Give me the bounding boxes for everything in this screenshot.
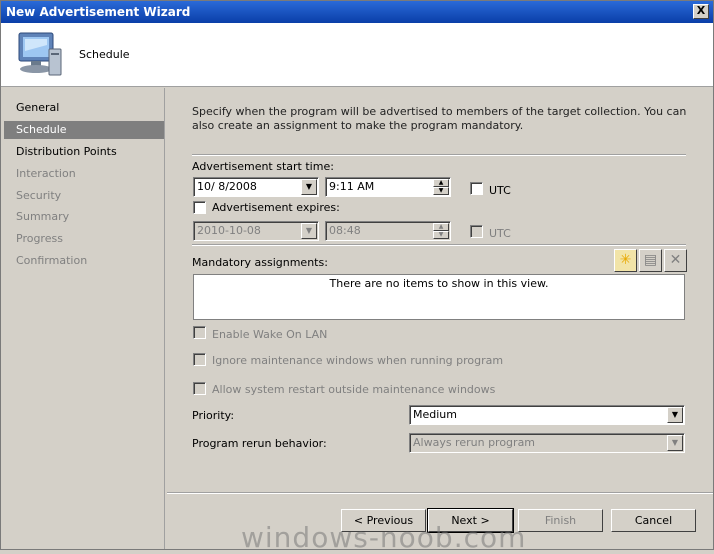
priority-label: Priority: — [192, 409, 235, 422]
spin-up-icon[interactable]: ▲ — [433, 179, 449, 187]
computer-icon — [18, 32, 62, 76]
wizard-sidebar: General Schedule Distribution Points Int… — [1, 88, 165, 549]
watermark: windows-noob.com — [241, 521, 527, 554]
delete-icon: ✕ — [669, 252, 682, 268]
expires-date-picker: 2010-10-08 ▼ — [193, 221, 319, 241]
expires-utc-checkbox — [470, 225, 483, 238]
allow-restart-checkbox — [193, 382, 206, 395]
schedule-panel: Specify when the program will be adverti… — [167, 88, 713, 493]
footer-divider — [167, 492, 713, 494]
sidebar-item-summary: Summary — [16, 210, 70, 223]
empty-list-message: There are no items to show in this view. — [329, 277, 549, 290]
expires-date-value: 2010-10-08 — [197, 224, 261, 237]
spin-down-icon[interactable]: ▼ — [433, 187, 449, 195]
properties-icon: ▤ — [643, 252, 658, 268]
expires-label: Advertisement expires: — [212, 201, 340, 214]
start-time-picker[interactable]: 9:11 AM ▲ ▼ — [325, 177, 451, 197]
new-assignment-button[interactable]: ✳ — [614, 249, 637, 272]
priority-value: Medium — [413, 408, 457, 421]
allow-restart-label: Allow system restart outside maintenance… — [212, 383, 496, 396]
start-date-picker[interactable]: 10/ 8/2008 ▼ — [193, 177, 319, 197]
expires-time-value: 08:48 — [329, 224, 361, 237]
expires-checkbox[interactable] — [193, 201, 206, 214]
wizard-header: Schedule — [1, 23, 713, 87]
rerun-value: Always rerun program — [413, 436, 536, 449]
delete-assignment-button[interactable]: ✕ — [664, 249, 687, 272]
window-title: New Advertisement Wizard — [6, 5, 191, 19]
new-icon: ✳ — [619, 252, 632, 268]
start-time-label: Advertisement start time: — [192, 160, 334, 173]
ignore-maintenance-label: Ignore maintenance windows when running … — [212, 354, 504, 367]
wake-on-lan-label: Enable Wake On LAN — [212, 328, 328, 341]
divider — [192, 244, 686, 246]
title-bar: New Advertisement Wizard X — [1, 1, 713, 23]
sidebar-item-security: Security — [16, 189, 62, 202]
wizard-window: New Advertisement Wizard X Schedule Gene… — [0, 0, 714, 554]
page-title: Schedule — [79, 48, 130, 61]
sidebar-item-general[interactable]: General — [4, 99, 164, 117]
priority-select[interactable]: Medium ▼ — [409, 405, 685, 425]
rerun-select: Always rerun program ▼ — [409, 433, 685, 453]
sidebar-item-distribution-points[interactable]: Distribution Points — [4, 143, 164, 161]
start-time-value: 9:11 AM — [329, 180, 375, 193]
close-icon: X — [696, 4, 706, 17]
ignore-maintenance-checkbox — [193, 353, 206, 366]
start-utc-checkbox[interactable] — [470, 182, 483, 195]
spin-down-icon: ▼ — [433, 231, 449, 239]
wake-on-lan-checkbox — [193, 326, 206, 339]
sidebar-item-confirmation: Confirmation — [16, 254, 88, 267]
expires-utc-label: UTC — [489, 227, 511, 240]
chevron-down-icon[interactable]: ▼ — [301, 179, 317, 195]
finish-button: Finish — [518, 509, 603, 532]
cancel-button[interactable]: Cancel — [611, 509, 696, 532]
page-description: Specify when the program will be adverti… — [192, 105, 687, 132]
sidebar-item-interaction: Interaction — [16, 167, 76, 180]
chevron-down-icon: ▼ — [667, 435, 683, 451]
divider — [192, 154, 686, 156]
expires-time-picker: 08:48 ▲ ▼ — [325, 221, 451, 241]
assignment-properties-button[interactable]: ▤ — [639, 249, 662, 272]
mandatory-assignments-label: Mandatory assignments: — [192, 256, 328, 269]
spin-up-icon: ▲ — [433, 223, 449, 231]
chevron-down-icon[interactable]: ▼ — [667, 407, 683, 423]
chevron-down-icon: ▼ — [301, 223, 317, 239]
mandatory-assignments-list[interactable]: There are no items to show in this view. — [193, 274, 685, 320]
start-date-value: 10/ 8/2008 — [197, 180, 257, 193]
start-utc-label: UTC — [489, 184, 511, 197]
close-button[interactable]: X — [693, 4, 709, 19]
rerun-label: Program rerun behavior: — [192, 437, 327, 450]
sidebar-item-progress: Progress — [16, 232, 63, 245]
sidebar-item-schedule[interactable]: Schedule — [4, 121, 164, 139]
